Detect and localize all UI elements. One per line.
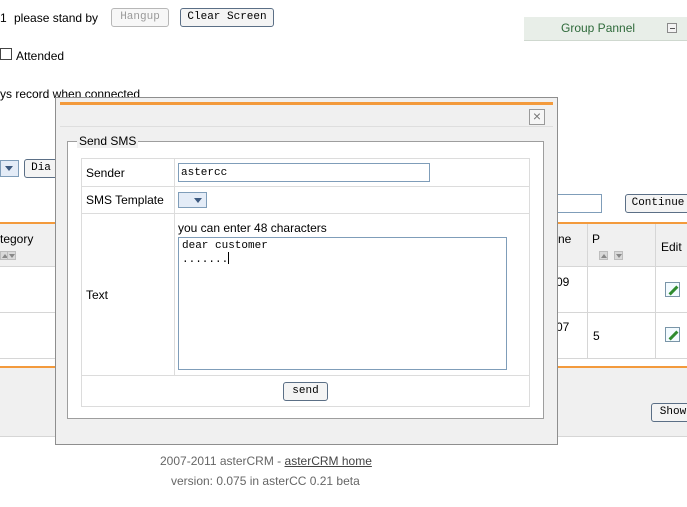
clear-screen-button[interactable]: Clear Screen [180, 8, 274, 27]
select-dropdown[interactable] [0, 160, 19, 177]
text-label: Text [86, 287, 109, 302]
continue-button[interactable]: Continue [625, 194, 687, 213]
grid-header-phone: ne [558, 232, 572, 246]
copyright-text: 2007-2011 asterCRM - [160, 454, 282, 468]
chevron-down-icon [5, 166, 13, 171]
text-line-2: ....... [182, 254, 229, 266]
asterCRM-home-link[interactable]: asterCRM home [285, 454, 372, 468]
sort-down-icon[interactable] [7, 251, 16, 260]
sort-down-icon[interactable] [614, 251, 623, 260]
status-prefix: 1 [0, 11, 7, 25]
chevron-down-icon [194, 198, 202, 203]
show-button[interactable]: Show [651, 403, 687, 422]
hangup-button[interactable]: Hangup [111, 8, 169, 27]
text-line-1: dear customer [182, 240, 268, 252]
dial-button[interactable]: Dia [24, 159, 58, 178]
sms-template-label: SMS Template [86, 193, 164, 207]
send-button[interactable]: send [283, 382, 328, 401]
cell-phone: 09 [556, 275, 570, 289]
text-cursor [228, 252, 230, 264]
attended-checkbox[interactable] [0, 48, 12, 60]
sender-label: Sender [86, 165, 125, 180]
edit-icon[interactable] [665, 282, 680, 297]
close-icon[interactable]: × [529, 109, 545, 125]
sort-up-icon[interactable] [599, 251, 608, 260]
sms-form: Sender SMS Template Text you can enter 4… [81, 158, 530, 407]
char-hint: you can enter 48 characters [178, 221, 327, 235]
status-text: please stand by [14, 11, 99, 25]
edit-icon[interactable] [665, 327, 680, 342]
footer-version: version: 0.075 in asterCC 0.21 beta [171, 474, 360, 488]
send-sms-dialog: × Send SMS Sender SMS Template Text you … [55, 97, 558, 445]
group-panel: Group Pannel [524, 17, 687, 41]
grid-header-p: P [592, 232, 601, 246]
sms-text-area[interactable]: dear customer ....... [178, 237, 507, 370]
sender-input[interactable] [178, 163, 430, 182]
search-input[interactable] [556, 194, 602, 213]
fieldset-legend: Send SMS [77, 134, 139, 148]
dialog-titlebar[interactable] [60, 105, 553, 126]
collapse-icon[interactable] [667, 23, 677, 33]
cell-p: 5 [593, 329, 600, 343]
grid-header-category: tegory [0, 232, 34, 246]
grid-header-edit: Edit [661, 240, 682, 254]
footer-copyright: 2007-2011 asterCRM - asterCRM home [160, 454, 372, 468]
attended-label: Attended [16, 49, 65, 63]
cell-phone: 07 [556, 320, 570, 334]
sms-template-select[interactable] [178, 192, 207, 208]
dialog-title-separator [60, 126, 553, 127]
group-panel-title: Group Pannel [561, 21, 636, 35]
